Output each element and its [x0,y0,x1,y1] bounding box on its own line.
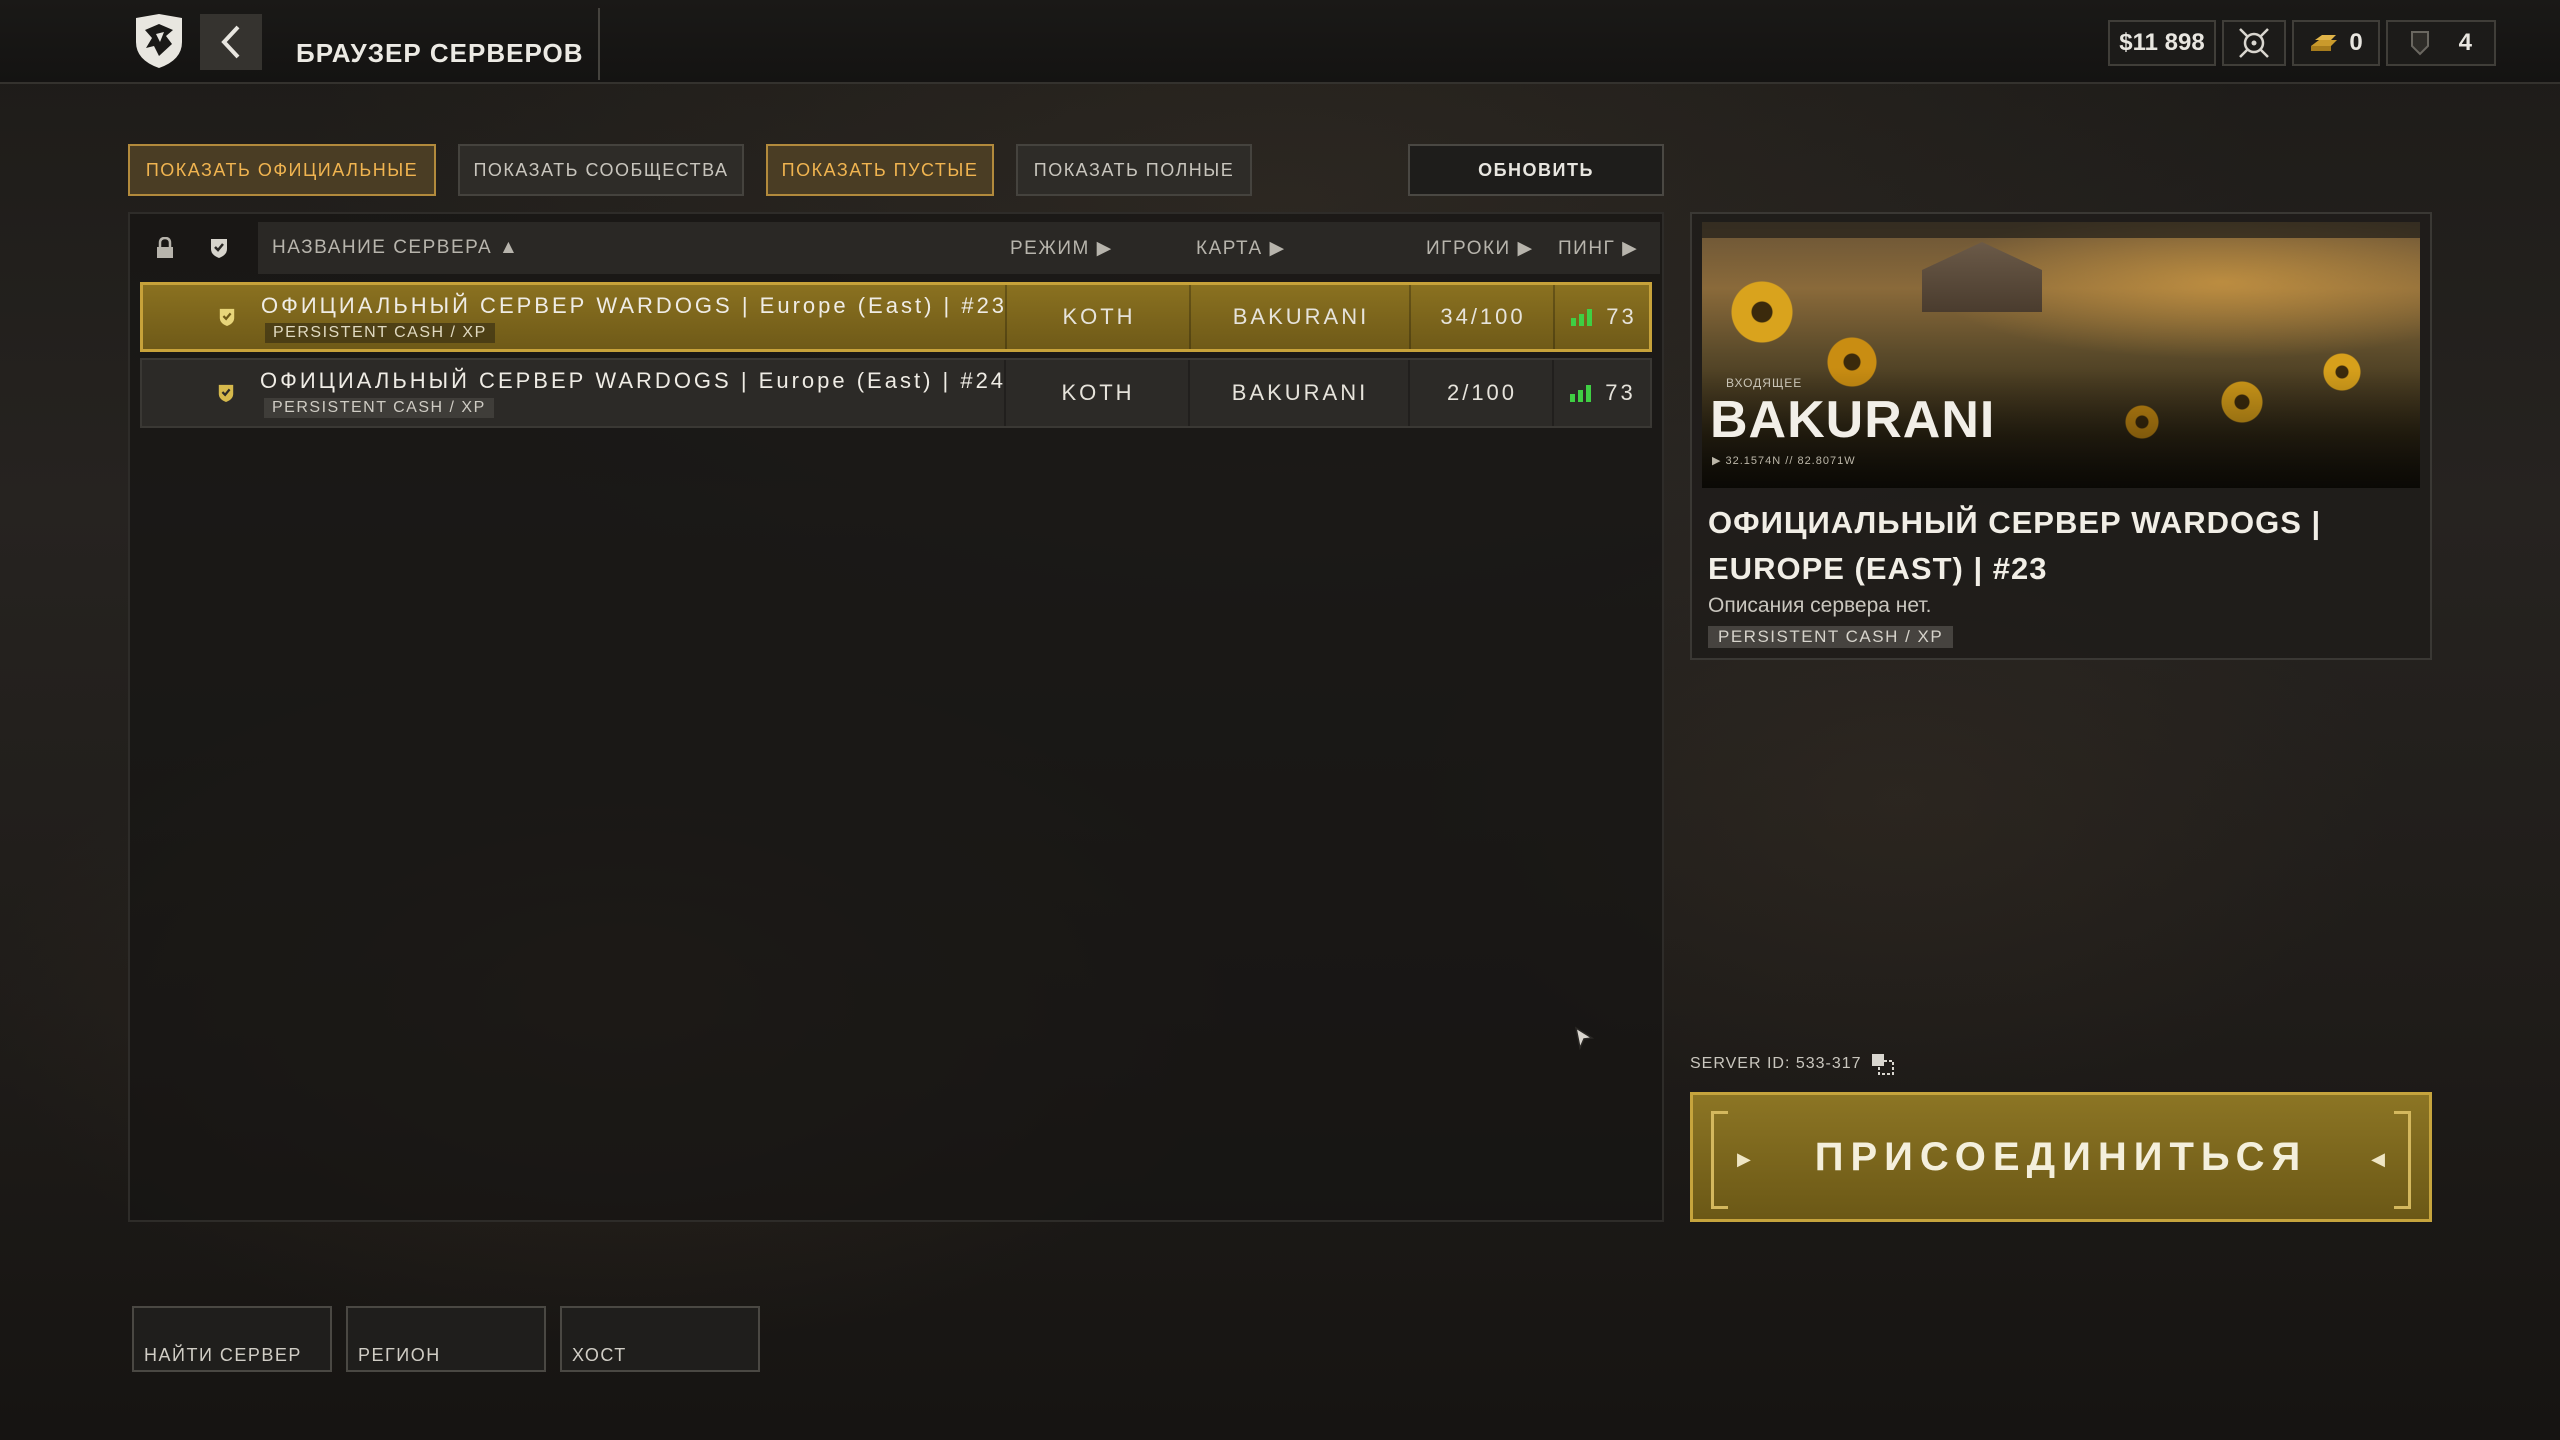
verified-shield-icon [218,384,234,402]
server-name: ОФИЦИАЛЬНЫЙ СЕРВЕР WARDOGS | Europe (Eas… [261,293,1008,318]
page-title: БРАУЗЕР СЕРВЕРОВ [296,38,584,68]
game-logo-icon [132,12,186,70]
join-label: ПРИСОЕДИНИТЬСЯ [1814,1134,2308,1179]
map-name: BAKURANI [1710,391,1996,449]
verified-shield-icon [219,308,235,326]
server-id-text: SERVER ID: 533-317 [1690,1055,1862,1072]
table-row[interactable]: ОФИЦИАЛЬНЫЙ СЕРВЕР WARDOGS | Europe (Eas… [140,282,1652,352]
ping-value: 73 [1605,380,1636,405]
server-ping: 73 [1552,360,1652,426]
ping-column-header[interactable]: ПИНГ ▶ [1550,222,1660,274]
server-tag: PERSISTENT CASH / XP [265,323,495,343]
server-name-column-header[interactable]: НАЗВАНИЕ СЕРВЕРА ▲ [258,222,1002,274]
server-name: ОФИЦИАЛЬНЫЙ СЕРВЕР WARDOGS | Europe (Eas… [260,368,1007,393]
title-divider [598,8,600,80]
signal-bars-icon [1570,384,1592,402]
table-header: НАЗВАНИЕ СЕРВЕРА ▲ РЕЖИМ ▶ КАРТА ▶ ИГРОК… [140,222,1660,274]
signal-bars-icon [1571,308,1593,326]
show-official-button[interactable]: ПОКАЗАТЬ ОФИЦИАЛЬНЫЕ [128,144,436,196]
verified-shield-icon [211,239,227,258]
lock-column-header[interactable] [140,222,190,274]
back-button[interactable] [200,14,262,70]
official-badge [206,360,246,426]
detail-tag: PERSISTENT CASH / XP [1708,626,1954,648]
map-building [1922,242,2042,312]
show-community-button[interactable]: ПОКАЗАТЬ СООБЩЕСТВА [458,144,744,196]
crosshair-icon [2239,28,2269,58]
server-players: 34/100 [1409,285,1555,349]
gold-display: 0 [2292,20,2380,66]
map-preview-image: ВХОДЯЩЕЕ BAKURANI ▶ 32.1574N // 82.8071W [1702,222,2420,488]
server-players: 2/100 [1408,360,1554,426]
server-id: SERVER ID: 533-317 [1690,1052,1896,1076]
server-ping: 73 [1553,285,1653,349]
server-map: BAKURANI [1189,285,1411,349]
join-button[interactable]: ▶ ◀ ПРИСОЕДИНИТЬСЯ [1690,1092,2432,1222]
map-incoming-label: ВХОДЯЩЕЕ [1726,376,1803,390]
money-value: $11 898 [2119,29,2205,56]
ping-value: 73 [1606,304,1637,329]
detail-server-title: ОФИЦИАЛЬНЫЙ СЕРВЕР WARDOGS | EUROPE (EAS… [1708,505,2322,586]
show-full-button[interactable]: ПОКАЗАТЬ ПОЛНЫЕ [1016,144,1252,196]
copy-icon[interactable] [1870,1052,1896,1076]
map-hud-strip [1702,222,2420,238]
map-coordinates: ▶ 32.1574N // 82.8071W [1712,455,1856,467]
server-tag: PERSISTENT CASH / XP [264,398,494,418]
map-column-header[interactable]: КАРТА ▶ [1182,222,1418,274]
gold-bars-icon [2311,35,2338,51]
official-column-header[interactable] [194,222,244,274]
tokens-count: 4 [2458,29,2472,56]
players-column-header[interactable]: ИГРОКИ ▶ [1412,222,1556,274]
table-row[interactable]: ОФИЦИАЛЬНЫЙ СЕРВЕР WARDOGS | Europe (Eas… [140,358,1652,428]
chevron-left-icon [221,25,240,59]
server-mode: KOTH [1004,360,1190,426]
official-badge [207,285,247,349]
money-display: $11 898 [2108,20,2216,66]
gold-count: 0 [2349,29,2363,56]
detail-description: Описания сервера нет. [1708,594,1932,617]
crosshair-button[interactable] [2222,20,2286,66]
tokens-display: 4 [2386,20,2496,66]
server-mode: KOTH [1005,285,1191,349]
refresh-button[interactable]: ОБНОВИТЬ [1408,144,1664,196]
lock-icon [157,237,173,258]
token-icon [2411,31,2429,56]
find-server-button[interactable]: НАЙТИ СЕРВЕР [132,1306,332,1372]
region-button[interactable]: РЕГИОН [346,1306,546,1372]
server-map: BAKURANI [1188,360,1410,426]
mode-column-header[interactable]: РЕЖИМ ▶ [996,222,1188,274]
host-button[interactable]: ХОСТ [560,1306,760,1372]
show-empty-button[interactable]: ПОКАЗАТЬ ПУСТЫЕ [766,144,994,196]
mouse-cursor-icon [1574,1026,1595,1055]
